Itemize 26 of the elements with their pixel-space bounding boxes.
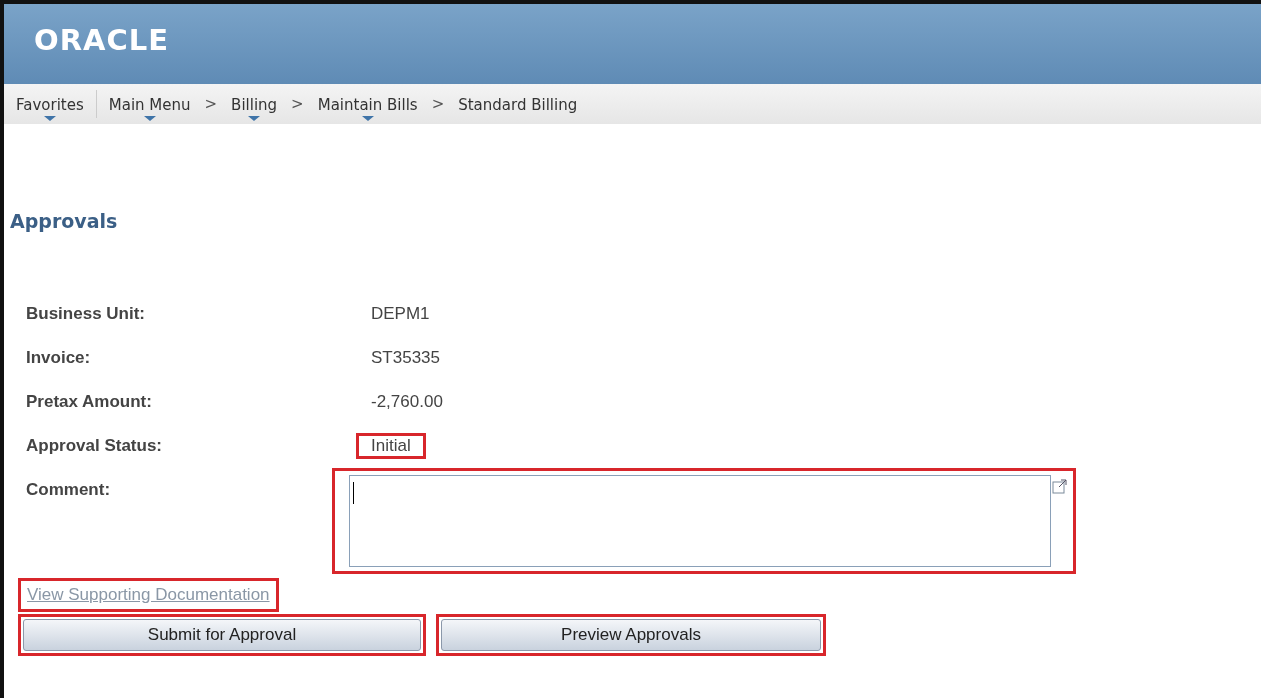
breadcrumb-link[interactable]: Billing [223, 86, 286, 122]
breadcrumb-link[interactable]: Standard Billing [450, 86, 586, 122]
field-value: DEPM1 [370, 304, 431, 324]
action-button[interactable]: Preview Approvals [441, 619, 821, 651]
breadcrumb-separator: > [290, 95, 305, 113]
action-button[interactable]: Submit for Approval [23, 619, 421, 651]
logo: ORACLE [34, 23, 169, 57]
breadcrumb-separator: > [203, 95, 219, 113]
breadcrumb-separator: > [430, 95, 446, 113]
field-label: Business Unit: [26, 303, 147, 325]
caret-icon[interactable] [248, 116, 261, 121]
field-label: Invoice: [26, 347, 92, 369]
page-title: Approvals [10, 210, 119, 232]
breadcrumb-link[interactable]: Favorites [8, 86, 92, 122]
caret-icon[interactable] [143, 116, 156, 121]
breadcrumb-link[interactable]: Main Menu [100, 86, 199, 122]
field-label: Comment: [26, 479, 112, 501]
field-label: Pretax Amount: [26, 391, 153, 413]
field-value: ST35335 [370, 348, 441, 368]
caret-icon[interactable] [43, 116, 56, 121]
field-value: -2,760.00 [370, 392, 444, 412]
field-value: Initial [370, 436, 412, 456]
expand-icon[interactable] [1052, 478, 1068, 494]
breadcrumb-link[interactable]: Maintain Bills [309, 86, 426, 122]
caret-icon[interactable] [361, 116, 374, 121]
field-label: Approval Status: [26, 435, 164, 457]
